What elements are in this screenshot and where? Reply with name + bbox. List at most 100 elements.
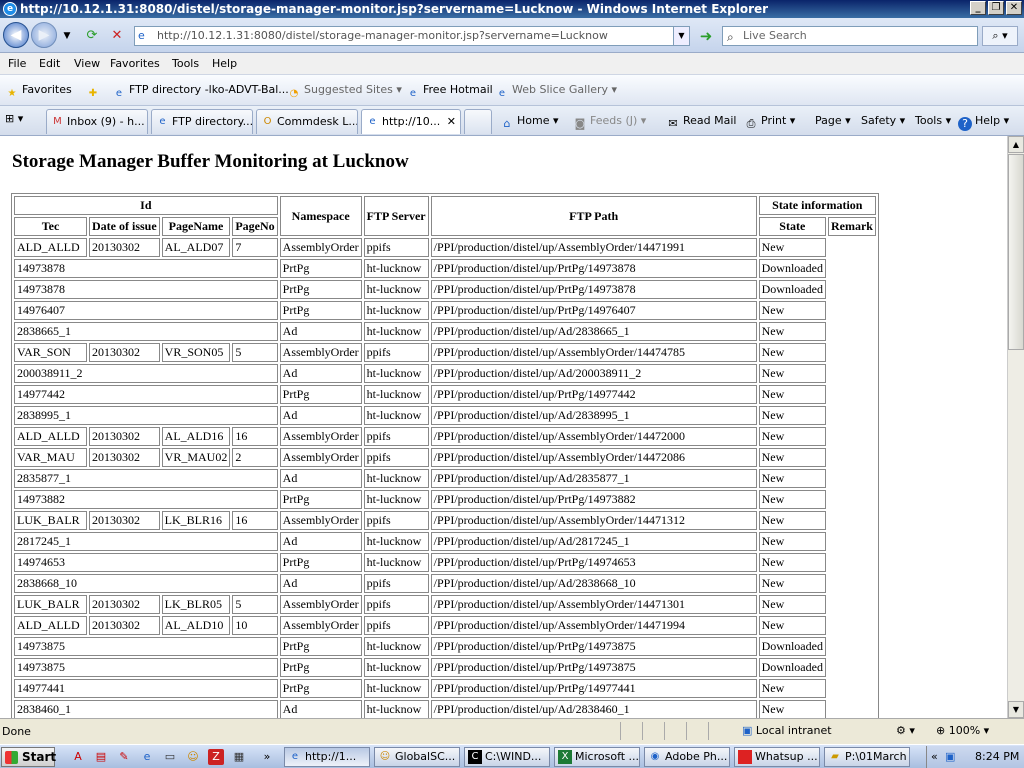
task-label: Adobe Ph... <box>665 750 728 763</box>
cell-state: New <box>758 532 826 551</box>
safety-menu-button[interactable]: Safety ▾ <box>861 114 905 127</box>
task-adobe[interactable]: ◉ Adobe Ph... <box>644 747 730 767</box>
cell-id: 2835877_1 <box>14 469 278 488</box>
quicklaunch-acrobat-icon[interactable]: A <box>70 749 86 765</box>
fav-item-label: Web Slice Gallery <box>512 83 609 96</box>
cell-remark <box>828 427 876 446</box>
cell-remark <box>828 700 876 718</box>
minimize-button[interactable]: _ <box>970 1 986 15</box>
address-input[interactable]: e http://10.12.1.31:8080/distel/storage-… <box>134 26 690 46</box>
history-dropdown-icon[interactable]: ▼ <box>58 27 76 45</box>
cell-pagename: LK_BLR05 <box>161 595 231 614</box>
go-icon[interactable]: ➜ <box>696 26 716 46</box>
cell-state: Downloaded <box>758 259 826 278</box>
fav-item-ftp[interactable]: e FTP directory -lko-ADVT-Bal... <box>112 83 289 101</box>
cell-ftp-server: ht-lucknow <box>363 490 429 509</box>
quicklaunch-messenger-icon[interactable]: ☺ <box>185 749 201 765</box>
quicklaunch-app-icon[interactable]: ✎ <box>116 749 132 765</box>
menu-file[interactable]: File <box>8 57 26 70</box>
tray-expand-icon[interactable]: « <box>931 746 938 768</box>
search-input[interactable]: ⌕ Live Search <box>722 26 978 46</box>
security-zone[interactable]: ▣ Local intranet <box>742 724 832 737</box>
cell-remark <box>828 637 876 656</box>
menu-help[interactable]: Help <box>212 57 237 70</box>
cell-tec: ALD_ALLD <box>14 616 87 635</box>
tab-ftp-directory[interactable]: e FTP directory... <box>151 109 253 134</box>
refresh-icon[interactable]: ⟳ <box>83 27 101 45</box>
cell-ftp-path: /PPI/production/distel/up/AssemblyOrder/… <box>430 238 757 257</box>
quicklaunch-pdf-icon[interactable]: ▤ <box>93 749 109 765</box>
quicklaunch-desktop-icon[interactable]: ▭ <box>162 749 178 765</box>
new-tab-button[interactable] <box>464 109 492 134</box>
restore-button[interactable]: ❐ <box>988 1 1004 15</box>
cell-remark <box>828 490 876 509</box>
col-header-state: State <box>758 217 826 236</box>
tab-current[interactable]: e http://10... ✕ <box>361 109 461 134</box>
close-tab-icon[interactable]: ✕ <box>447 110 456 133</box>
task-label: C:\WIND... <box>485 750 542 763</box>
tab-inbox[interactable]: M Inbox (9) - h... <box>46 109 148 134</box>
page-menu-button[interactable]: Page ▾ <box>815 114 851 127</box>
quicklaunch-explorer-icon[interactable]: ▦ <box>231 749 247 765</box>
task-ie[interactable]: e http://1... <box>284 747 370 767</box>
safety-menu-label: Safety <box>861 114 897 127</box>
search-button[interactable]: ⌕ ▾ <box>982 26 1018 46</box>
task-cmd[interactable]: C C:\WIND... <box>464 747 550 767</box>
scroll-thumb[interactable] <box>1008 154 1024 350</box>
vertical-scrollbar[interactable]: ▲ ▼ <box>1007 136 1024 718</box>
close-button[interactable]: ✕ <box>1006 1 1022 15</box>
col-header-ftp-path: FTP Path <box>430 196 757 236</box>
scroll-up-icon[interactable]: ▲ <box>1008 136 1024 153</box>
add-favorite-button[interactable]: ✚ <box>86 83 103 101</box>
cell-remark <box>828 301 876 320</box>
cell-date: 20130302 <box>89 427 160 446</box>
favorites-button[interactable]: ★ Favorites <box>5 83 72 101</box>
cell-ftp-path: /PPI/production/distel/up/Ad/200038911_2 <box>430 364 757 383</box>
network-icon[interactable]: ▣ <box>945 746 955 768</box>
quicklaunch-ie-icon[interactable]: e <box>139 749 155 765</box>
menu-favorites[interactable]: Favorites <box>110 57 160 70</box>
tab-label: http://10... <box>382 115 441 128</box>
group-header-state: State information <box>758 196 876 215</box>
tab-commdesk[interactable]: O Commdesk L... <box>256 109 358 134</box>
quick-tabs-icon[interactable]: ⊞ ▾ <box>5 112 23 125</box>
tab-label: Inbox (9) - h... <box>67 115 145 128</box>
tools-menu-button[interactable]: Tools ▾ <box>915 114 951 127</box>
task-microsoft[interactable]: X Microsoft ... <box>554 747 640 767</box>
cell-remark <box>828 343 876 362</box>
cell-namespace: PrtPg <box>279 385 362 404</box>
read-mail-button[interactable]: ✉ Read Mail <box>666 114 736 131</box>
mail-icon: ✉ <box>668 117 678 130</box>
feeds-button[interactable]: ◙ Feeds (J) ▾ <box>573 114 647 131</box>
address-dropdown-icon[interactable]: ▼ <box>673 27 689 45</box>
task-whatsup[interactable]: Whatsup ... <box>734 747 820 767</box>
cell-ftp-path: /PPI/production/distel/up/AssemblyOrder/… <box>430 427 757 446</box>
fav-item-hotmail[interactable]: e Free Hotmail <box>406 83 493 101</box>
menu-view[interactable]: View <box>74 57 100 70</box>
menu-tools[interactable]: Tools <box>172 57 199 70</box>
task-label: P:\01March <box>845 750 907 763</box>
task-folder[interactable]: ▰ P:\01March <box>824 747 910 767</box>
cell-remark <box>828 553 876 572</box>
forward-button[interactable]: ▶ <box>31 22 57 48</box>
tab-label: FTP directory... <box>172 115 253 128</box>
quicklaunch-more-icon[interactable]: » <box>259 749 275 765</box>
table-row: 14977441 PrtPg ht-lucknow/PPI/production/d… <box>14 679 876 698</box>
back-button[interactable]: ◀ <box>3 22 29 48</box>
quicklaunch-filezilla-icon[interactable]: Z <box>208 749 224 765</box>
tab-bar: ⊞ ▾ M Inbox (9) - h... e FTP directory... … <box>0 106 1024 136</box>
zoom-control[interactable]: ⊕ 100% ▾ <box>936 724 989 737</box>
table-row: 2838665_1 Ad ht-lucknow/PPI/production/dis… <box>14 322 876 341</box>
cell-id: 2838995_1 <box>14 406 278 425</box>
fav-item-suggested-sites[interactable]: ◔ Suggested Sites ▾ <box>287 83 402 101</box>
start-button[interactable]: Start <box>1 747 56 767</box>
scroll-down-icon[interactable]: ▼ <box>1008 701 1024 718</box>
protected-mode-icon[interactable]: ⚙ ▾ <box>896 724 915 737</box>
help-menu-button[interactable]: ? Help ▾ <box>958 114 1009 131</box>
stop-icon[interactable]: ✕ <box>108 27 126 45</box>
menu-edit[interactable]: Edit <box>39 57 60 70</box>
fav-item-web-slice[interactable]: e Web Slice Gallery ▾ <box>495 83 617 101</box>
task-globalsc[interactable]: ☺ GlobalSC... <box>374 747 460 767</box>
print-button[interactable]: ⎙ Print ▾ <box>744 114 796 131</box>
home-button[interactable]: ⌂ Home ▾ <box>500 114 559 131</box>
